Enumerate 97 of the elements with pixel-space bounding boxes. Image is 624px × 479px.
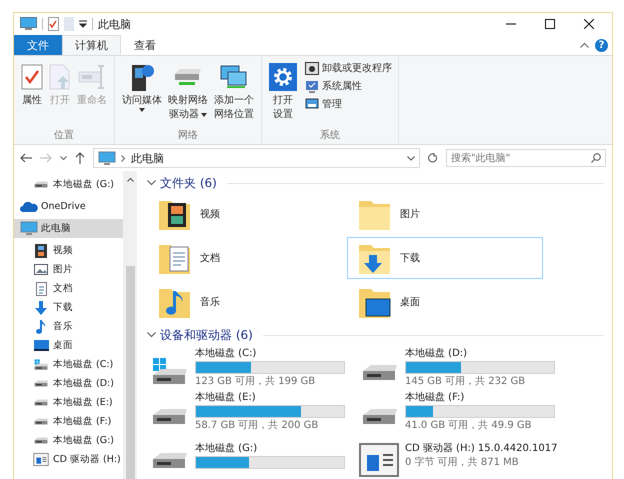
drive-name[interactable]: 本地磁盘 (F:) [405,390,555,404]
search-icon [591,153,601,163]
drive-name[interactable]: 本地磁盘 (C:) [195,346,345,360]
drive-icon [33,358,49,370]
address-field[interactable]: 此电脑 [93,148,420,168]
ribbon-group-label: 系统 [320,128,340,142]
ribbon-button[interactable]: 打开 设置 [266,60,300,122]
search-field[interactable]: 搜索"此电脑" [446,149,606,167]
ribbon-small-button[interactable]: 系统属性 [303,78,394,94]
drive-icon [33,437,49,444]
checklist-icon[interactable] [48,17,59,31]
maximize-icon[interactable] [545,19,555,29]
sidebar-item[interactable]: 本地磁盘 (C:) [14,355,123,374]
drive-icon [33,181,49,188]
computer-manage-icon [305,98,319,110]
film-icon [35,244,47,258]
sidebar-item[interactable]: 图片 [14,260,123,279]
settings-icon [269,63,297,91]
drive-name[interactable]: 本地磁盘 (G:) [195,442,345,454]
caret-icon[interactable] [79,20,87,28]
drive-usage-text: 58.7 GB 可用，共 200 GB [195,418,320,432]
network-monitors-icon [219,64,249,90]
monitor-icon [98,150,116,166]
folder-item[interactable]: 下载 [347,237,543,279]
monitor-icon [20,221,38,236]
drive-icon [33,399,49,406]
drive-usage-text: 0 字节 可用，共 871 MB [405,456,520,468]
dropdown-caret-icon[interactable] [407,156,415,160]
desktop-icon [34,340,48,351]
sidebar-item[interactable]: OneDrive [14,197,123,216]
ribbon-tab[interactable]: 计算机 [62,35,121,55]
sidebar-item[interactable]: 文档 [14,279,123,298]
sidebar-item[interactable]: 本地磁盘 (E:) [14,393,123,412]
drive-icon [33,418,49,425]
ribbon-group-label: 位置 [54,128,74,142]
folder-item[interactable]: 音乐 [147,281,343,323]
folder-item[interactable]: 文档 [147,237,343,279]
ribbon-button[interactable]: 映射网络 驱动器 [165,60,211,122]
refresh-icon[interactable] [428,153,438,163]
ribbon-button[interactable]: 属性 [18,60,46,108]
sidebar-item[interactable]: 本地磁盘 (D:) [14,374,123,393]
back-arrow-icon[interactable] [20,153,32,163]
drive-name[interactable]: 本地磁盘 (D:) [405,346,555,360]
caret-icon[interactable] [60,156,67,160]
window-title: 此电脑 [98,16,131,32]
cd-drive-icon [33,453,49,466]
sidebar-item[interactable]: 桌面 [14,336,123,355]
sidebar-item[interactable]: CD 驱动器 (H:) [14,450,123,469]
file-menu-tab[interactable]: 文件 [14,35,62,55]
sidebar-item[interactable]: 本地磁盘 (G:) [14,175,123,194]
expand-chevron-icon[interactable] [147,332,156,338]
scrollbar[interactable] [123,171,137,479]
drive-name[interactable]: CD 驱动器 (H:) 15.0.4420.1017 [405,442,558,454]
ribbon-button[interactable]: 访问媒体 [119,60,165,112]
section-header[interactable]: 文件夹 (6) [160,174,217,192]
folder-item[interactable]: 视频 [147,193,343,235]
up-arrow-icon[interactable] [75,152,85,164]
media-player-icon [129,62,155,92]
expand-chevron-icon[interactable] [147,180,156,186]
computer-check-icon [305,80,319,92]
chevron-icon [121,154,126,162]
drive-usage-text: 145 GB 可用，共 232 GB [405,374,526,388]
sidebar-item[interactable]: 本地磁盘 (G:) [14,431,123,450]
cd-drive-icon [359,443,399,477]
ribbon-small-button[interactable]: 管理 [303,96,394,112]
help-button[interactable]: ? [595,38,608,52]
network-drive-icon [173,66,203,88]
section-header[interactable]: 设备和驱动器 (6) [160,326,253,344]
monitor-icon [20,17,37,31]
sidebar-item[interactable]: 视频 [14,241,123,260]
ribbon-button[interactable]: 添加一个 网络位置 [211,60,257,122]
folder-item[interactable]: 图片 [347,193,543,235]
drive-usage-text: 123 GB 可用，共 199 GB [195,374,316,388]
sidebar-item[interactable]: 音乐 [14,317,123,336]
scroll-up-caret-icon[interactable] [126,177,134,182]
folder-item[interactable]: 桌面 [347,281,543,323]
rename-icon [78,64,106,90]
program-box-icon [305,62,319,74]
ribbon-small-button[interactable]: 卸载或更改程序 [303,60,394,76]
scrollbar-thumb[interactable] [126,266,134,479]
sidebar-item[interactable]: 此电脑 [14,219,123,238]
drive-icon [33,380,49,387]
sidebar-item[interactable]: 本地磁盘 (F:) [14,412,123,431]
open-file-icon [49,64,71,90]
ribbon-tab[interactable]: 查看 [121,35,169,55]
music-note-icon [36,320,46,334]
cloud-icon [20,201,38,212]
close-icon[interactable] [584,19,594,29]
sidebar-item[interactable]: 下载 [14,298,123,317]
picture-icon [34,264,48,275]
drive-usage-text: 41.0 GB 可用，共 49.9 GB [405,418,532,432]
document-icon [36,282,46,296]
checklist-icon [21,64,43,90]
collapse-caret-icon[interactable] [580,42,589,48]
ribbon-group-label: 网络 [178,129,198,142]
drive-name[interactable]: 本地磁盘 (E:) [195,390,345,404]
down-arrow-icon [34,300,48,314]
